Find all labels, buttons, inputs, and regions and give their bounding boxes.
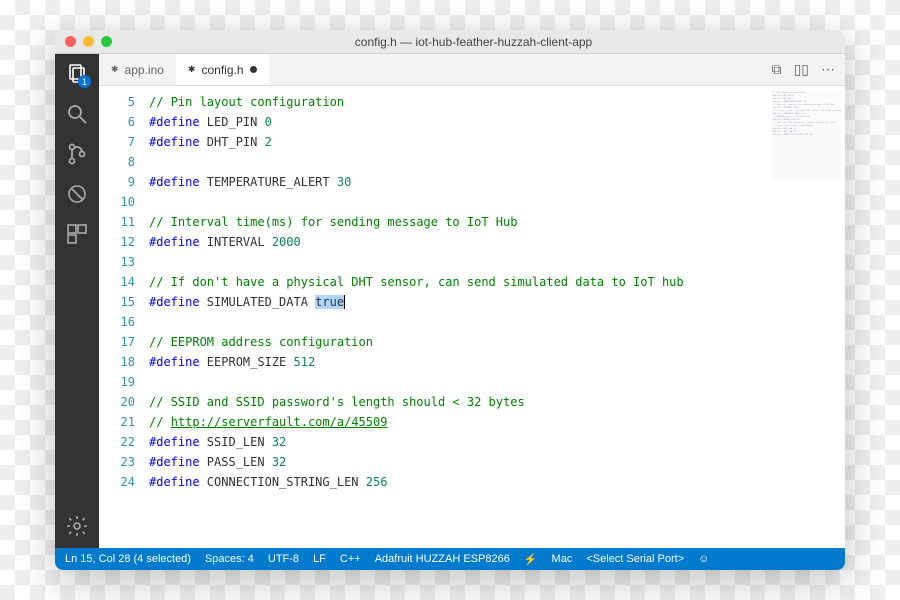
line-number: 21	[99, 412, 135, 432]
status-cursor[interactable]: Ln 15, Col 28 (4 selected)	[65, 553, 191, 565]
code-line: #define DHT_PIN 2	[149, 132, 845, 152]
line-number: 14	[99, 272, 135, 292]
line-number: 24	[99, 472, 135, 492]
extensions-icon[interactable]	[65, 222, 89, 246]
app-window: config.h — iot-hub-feather-huzzah-client…	[55, 30, 845, 570]
line-number: 16	[99, 312, 135, 332]
code-line	[149, 252, 845, 272]
split-editor-icon[interactable]: ▯▯	[794, 61, 809, 78]
plug-icon[interactable]: ⚡	[524, 553, 538, 566]
tab-bar: ✱app.ino✱config.h ⧉ ▯▯ ⋯	[99, 54, 845, 86]
tab-label: config.h	[201, 63, 243, 77]
line-number: 7	[99, 132, 135, 152]
line-number: 17	[99, 332, 135, 352]
code-line	[149, 312, 845, 332]
line-number: 8	[99, 152, 135, 172]
activity-bar: 1	[55, 54, 99, 548]
code-line	[149, 372, 845, 392]
editor-group: ✱app.ino✱config.h ⧉ ▯▯ ⋯ 567891011121314…	[99, 54, 845, 548]
code-line: // http://serverfault.com/a/45509	[149, 412, 845, 432]
window-body: 1 ✱app.ino✱config.h ⧉	[55, 54, 845, 548]
code-line: #define EEPROM_SIZE 512	[149, 352, 845, 372]
line-number: 22	[99, 432, 135, 452]
modified-dot-icon	[250, 66, 257, 73]
code-line: #define TEMPERATURE_ALERT 30	[149, 172, 845, 192]
line-number: 12	[99, 232, 135, 252]
status-eol[interactable]: LF	[313, 553, 326, 565]
feedback-smiley-icon[interactable]: ☺	[698, 553, 709, 565]
maximize-button[interactable]	[101, 36, 112, 47]
status-serial[interactable]: <Select Serial Port>	[586, 553, 684, 565]
line-gutter: 56789101112131415161718192021222324	[99, 86, 149, 548]
more-actions-icon[interactable]: ⋯	[821, 61, 835, 78]
code-line: // Pin layout configuration	[149, 92, 845, 112]
line-number: 9	[99, 172, 135, 192]
titlebar: config.h — iot-hub-feather-huzzah-client…	[55, 30, 845, 54]
code-line: // Interval time(ms) for sending message…	[149, 212, 845, 232]
line-number: 20	[99, 392, 135, 412]
line-number: 19	[99, 372, 135, 392]
line-number: 18	[99, 352, 135, 372]
code-line: #define CONNECTION_STRING_LEN 256	[149, 472, 845, 492]
line-number: 13	[99, 252, 135, 272]
search-icon[interactable]	[65, 102, 89, 126]
code-line: #define SIMULATED_DATA true	[149, 292, 845, 312]
minimize-button[interactable]	[83, 36, 94, 47]
line-number: 5	[99, 92, 135, 112]
line-number: 23	[99, 452, 135, 472]
line-number: 15	[99, 292, 135, 312]
status-board[interactable]: Adafruit HUZZAH ESP8266	[375, 553, 510, 565]
line-number: 10	[99, 192, 135, 212]
status-spaces[interactable]: Spaces: 4	[205, 553, 254, 565]
code-editor[interactable]: 56789101112131415161718192021222324 // P…	[99, 86, 845, 548]
traffic-lights	[65, 36, 112, 47]
code-line: // If don't have a physical DHT sensor, …	[149, 272, 845, 292]
explorer-icon[interactable]: 1	[65, 62, 89, 86]
code-line	[149, 192, 845, 212]
code-line	[149, 152, 845, 172]
open-preview-icon[interactable]: ⧉	[772, 61, 782, 78]
debug-icon[interactable]	[65, 182, 89, 206]
code-line: // SSID and SSID password's length shoul…	[149, 392, 845, 412]
code-content[interactable]: // Pin layout configuration#define LED_P…	[149, 86, 845, 548]
code-line: #define PASS_LEN 32	[149, 452, 845, 472]
tab-app-ino[interactable]: ✱app.ino	[99, 54, 176, 85]
settings-gear-icon[interactable]	[65, 514, 89, 538]
code-line: #define INTERVAL 2000	[149, 232, 845, 252]
tab-label: app.ino	[125, 63, 164, 77]
line-number: 11	[99, 212, 135, 232]
code-line: #define SSID_LEN 32	[149, 432, 845, 452]
minimap[interactable]: // Pin layout configuration#define LED_P…	[771, 90, 841, 180]
source-control-icon[interactable]	[65, 142, 89, 166]
line-number: 6	[99, 112, 135, 132]
close-button[interactable]	[65, 36, 76, 47]
status-language[interactable]: C++	[340, 553, 361, 565]
code-line: #define LED_PIN 0	[149, 112, 845, 132]
window-title: config.h — iot-hub-feather-huzzah-client…	[112, 35, 835, 49]
explorer-badge: 1	[78, 75, 91, 88]
code-line: // EEPROM address configuration	[149, 332, 845, 352]
status-platform[interactable]: Mac	[552, 553, 573, 565]
status-encoding[interactable]: UTF-8	[268, 553, 299, 565]
status-bar: Ln 15, Col 28 (4 selected) Spaces: 4 UTF…	[55, 548, 845, 570]
tab-config-h[interactable]: ✱config.h	[176, 54, 269, 85]
editor-actions: ⧉ ▯▯ ⋯	[772, 54, 845, 85]
